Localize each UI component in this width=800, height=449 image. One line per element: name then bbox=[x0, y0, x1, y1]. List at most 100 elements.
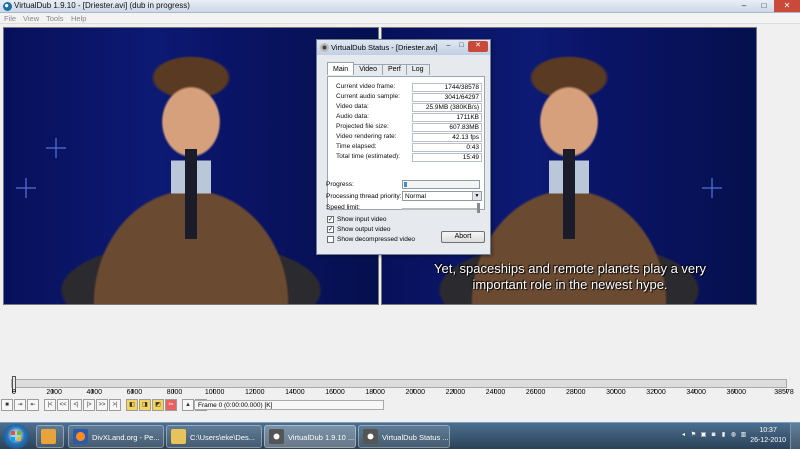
tray-app-icon[interactable]: ▮ bbox=[720, 432, 727, 439]
stat-label: Current audio sample: bbox=[336, 93, 400, 100]
menu-view[interactable]: View bbox=[23, 14, 39, 23]
play-output-button[interactable]: ⇤ bbox=[27, 399, 39, 411]
outlook-icon bbox=[41, 429, 56, 444]
stat-value: 607.83MB bbox=[412, 123, 482, 132]
clock-time: 10:37 bbox=[759, 427, 777, 434]
go-start-button[interactable]: |< bbox=[44, 399, 56, 411]
stats-list: Current video frame: 1744/38578 Current … bbox=[336, 83, 484, 163]
windows-logo-icon bbox=[11, 431, 21, 441]
timeline-tick-label: 14000 bbox=[285, 389, 305, 396]
show-decompressed-video-checkbox[interactable]: Show decompressed video bbox=[327, 235, 415, 244]
dialog-title-bar[interactable]: VirtualDub Status - [Driester.avi] – □ ✕ bbox=[317, 40, 490, 55]
timeline-tick-label: 10000 bbox=[204, 389, 225, 396]
stat-row: Video data: 25.9MB (380KB/s) bbox=[336, 103, 484, 113]
menu-help[interactable]: Help bbox=[71, 14, 86, 23]
timeline-tick-label: 18000 bbox=[365, 389, 385, 396]
stat-row: Current video frame: 1744/38578 bbox=[336, 83, 484, 93]
taskbar-item-browser[interactable]: DivXLand.org - Pe... bbox=[68, 425, 164, 448]
checkbox-label: Show output video bbox=[337, 226, 391, 233]
tray-app-icon[interactable]: ▣ bbox=[700, 432, 707, 439]
timeline-tick-label: 36000 bbox=[726, 389, 746, 396]
timeline-tick-label: 0 bbox=[12, 389, 16, 396]
stop-button[interactable]: ■ bbox=[1, 399, 13, 411]
minimize-button[interactable]: – bbox=[734, 0, 754, 12]
scene-button[interactable]: ◩ bbox=[152, 399, 164, 411]
next-keyframe-button[interactable]: ◨ bbox=[139, 399, 151, 411]
stat-row: Projected file size: 607.83MB bbox=[336, 123, 484, 133]
stat-value: 1711KB bbox=[412, 113, 482, 122]
checkbox-box[interactable]: ✓ bbox=[327, 226, 334, 233]
cut-button[interactable]: ✂ bbox=[165, 399, 177, 411]
close-button[interactable]: ✕ bbox=[774, 0, 800, 12]
taskbar-item-virtualdub-status[interactable]: VirtualDub Status ... bbox=[358, 425, 450, 448]
show-desktop-button[interactable] bbox=[790, 423, 800, 449]
tray-icons: ◂ ⚑ ▣ ◙ ▮ ◍ ▥ bbox=[680, 432, 747, 439]
back-button[interactable]: << bbox=[57, 399, 69, 411]
checkbox-box[interactable] bbox=[327, 236, 334, 243]
clock[interactable]: 10:37 26-12-2010 bbox=[750, 426, 786, 446]
timeline-tick-label: 16000 bbox=[325, 389, 345, 396]
network-icon[interactable]: ◍ bbox=[730, 432, 737, 439]
timeline-tick-label: 34000 bbox=[686, 389, 706, 396]
subtitle-line: important role in the newest hype. bbox=[472, 277, 668, 292]
speed-limit-slider[interactable] bbox=[402, 203, 480, 213]
maximize-button[interactable]: □ bbox=[754, 0, 774, 12]
checkbox-label: Show decompressed video bbox=[337, 236, 416, 243]
show-output-video-checkbox[interactable]: ✓ Show output video bbox=[327, 225, 390, 234]
start-button[interactable] bbox=[3, 424, 29, 449]
timeline-tick-label: 24000 bbox=[485, 389, 506, 396]
menu-file[interactable]: File bbox=[4, 14, 16, 23]
dialog-minimize-button[interactable]: – bbox=[442, 41, 455, 52]
chevron-down-icon[interactable]: ▼ bbox=[472, 192, 481, 200]
show-input-video-checkbox[interactable]: ✓ Show input video bbox=[327, 215, 387, 224]
stat-value: 42.13 fps bbox=[412, 133, 482, 142]
window-controls: – □ ✕ bbox=[734, 0, 800, 12]
next-frame-button[interactable]: |> bbox=[83, 399, 95, 411]
virtualdub-icon bbox=[269, 429, 284, 444]
tray-app-icon[interactable]: ◙ bbox=[710, 432, 717, 439]
status-dialog[interactable]: VirtualDub Status - [Driester.avi] – □ ✕… bbox=[316, 39, 491, 255]
stat-value: 1744/38578 bbox=[412, 83, 482, 92]
task-label: VirtualDub Status ... bbox=[382, 433, 449, 442]
stat-row: Total time (estimated): 15:49 bbox=[336, 153, 484, 163]
dialog-close-button[interactable]: ✕ bbox=[468, 41, 488, 52]
tray-expand-icon[interactable]: ◂ bbox=[680, 432, 687, 439]
taskbar-item-virtualdub[interactable]: VirtualDub 1.9.10 ... bbox=[264, 425, 356, 448]
flag-icon[interactable]: ⚑ bbox=[690, 432, 697, 439]
frame-position-readout: Frame 0 (0:00:00.000) [K] bbox=[194, 400, 384, 410]
stat-label: Time elapsed: bbox=[336, 143, 377, 150]
background-crosshair-graphic bbox=[46, 138, 66, 158]
title-bar[interactable]: VirtualDub 1.9.10 - [Driester.avi] (dub … bbox=[0, 0, 800, 13]
checkbox-box[interactable]: ✓ bbox=[327, 216, 334, 223]
mark-in-button[interactable]: ▲ bbox=[182, 399, 194, 411]
menu-tools[interactable]: Tools bbox=[46, 14, 64, 23]
timeline-tick-label: 8000 bbox=[166, 389, 183, 396]
subtitle-line: Yet, spaceships and remote planets play … bbox=[434, 261, 706, 276]
speed-limit-thumb[interactable] bbox=[477, 203, 480, 213]
volume-icon[interactable]: ▥ bbox=[740, 432, 747, 439]
stat-label: Video data: bbox=[336, 103, 369, 110]
prev-frame-button[interactable]: <| bbox=[70, 399, 82, 411]
virtualdub-icon bbox=[363, 429, 378, 444]
tab-log[interactable]: Log bbox=[405, 64, 430, 75]
taskbar-item-outlook[interactable] bbox=[36, 425, 64, 448]
timeline-tick-label: 22000 bbox=[445, 389, 466, 396]
stat-label: Projected file size: bbox=[336, 123, 389, 130]
timeline-tick-label: 2000 bbox=[46, 389, 62, 396]
go-end-button[interactable]: >| bbox=[109, 399, 121, 411]
prev-keyframe-button[interactable]: ◧ bbox=[126, 399, 138, 411]
tab-main[interactable]: Main bbox=[327, 62, 355, 75]
play-input-button[interactable]: ⇥ bbox=[14, 399, 26, 411]
stat-row: Audio data: 1711KB bbox=[336, 113, 484, 123]
abort-button[interactable]: Abort bbox=[441, 231, 485, 243]
dialog-maximize-button[interactable]: □ bbox=[455, 41, 468, 52]
priority-dropdown[interactable]: Normal ▼ bbox=[402, 191, 482, 201]
tab-perf[interactable]: Perf bbox=[381, 64, 407, 75]
tab-video[interactable]: Video bbox=[353, 64, 383, 75]
stat-label: Video rendering rate: bbox=[336, 133, 397, 140]
timeline-tick-label: 6000 bbox=[126, 389, 143, 396]
taskbar-item-explorer[interactable]: C:\Users\eke\Des... bbox=[166, 425, 262, 448]
stat-row: Current audio sample: 3041/64297 bbox=[336, 93, 484, 103]
forward-button[interactable]: >> bbox=[96, 399, 108, 411]
window-title: VirtualDub 1.9.10 - [Driester.avi] (dub … bbox=[14, 1, 190, 10]
